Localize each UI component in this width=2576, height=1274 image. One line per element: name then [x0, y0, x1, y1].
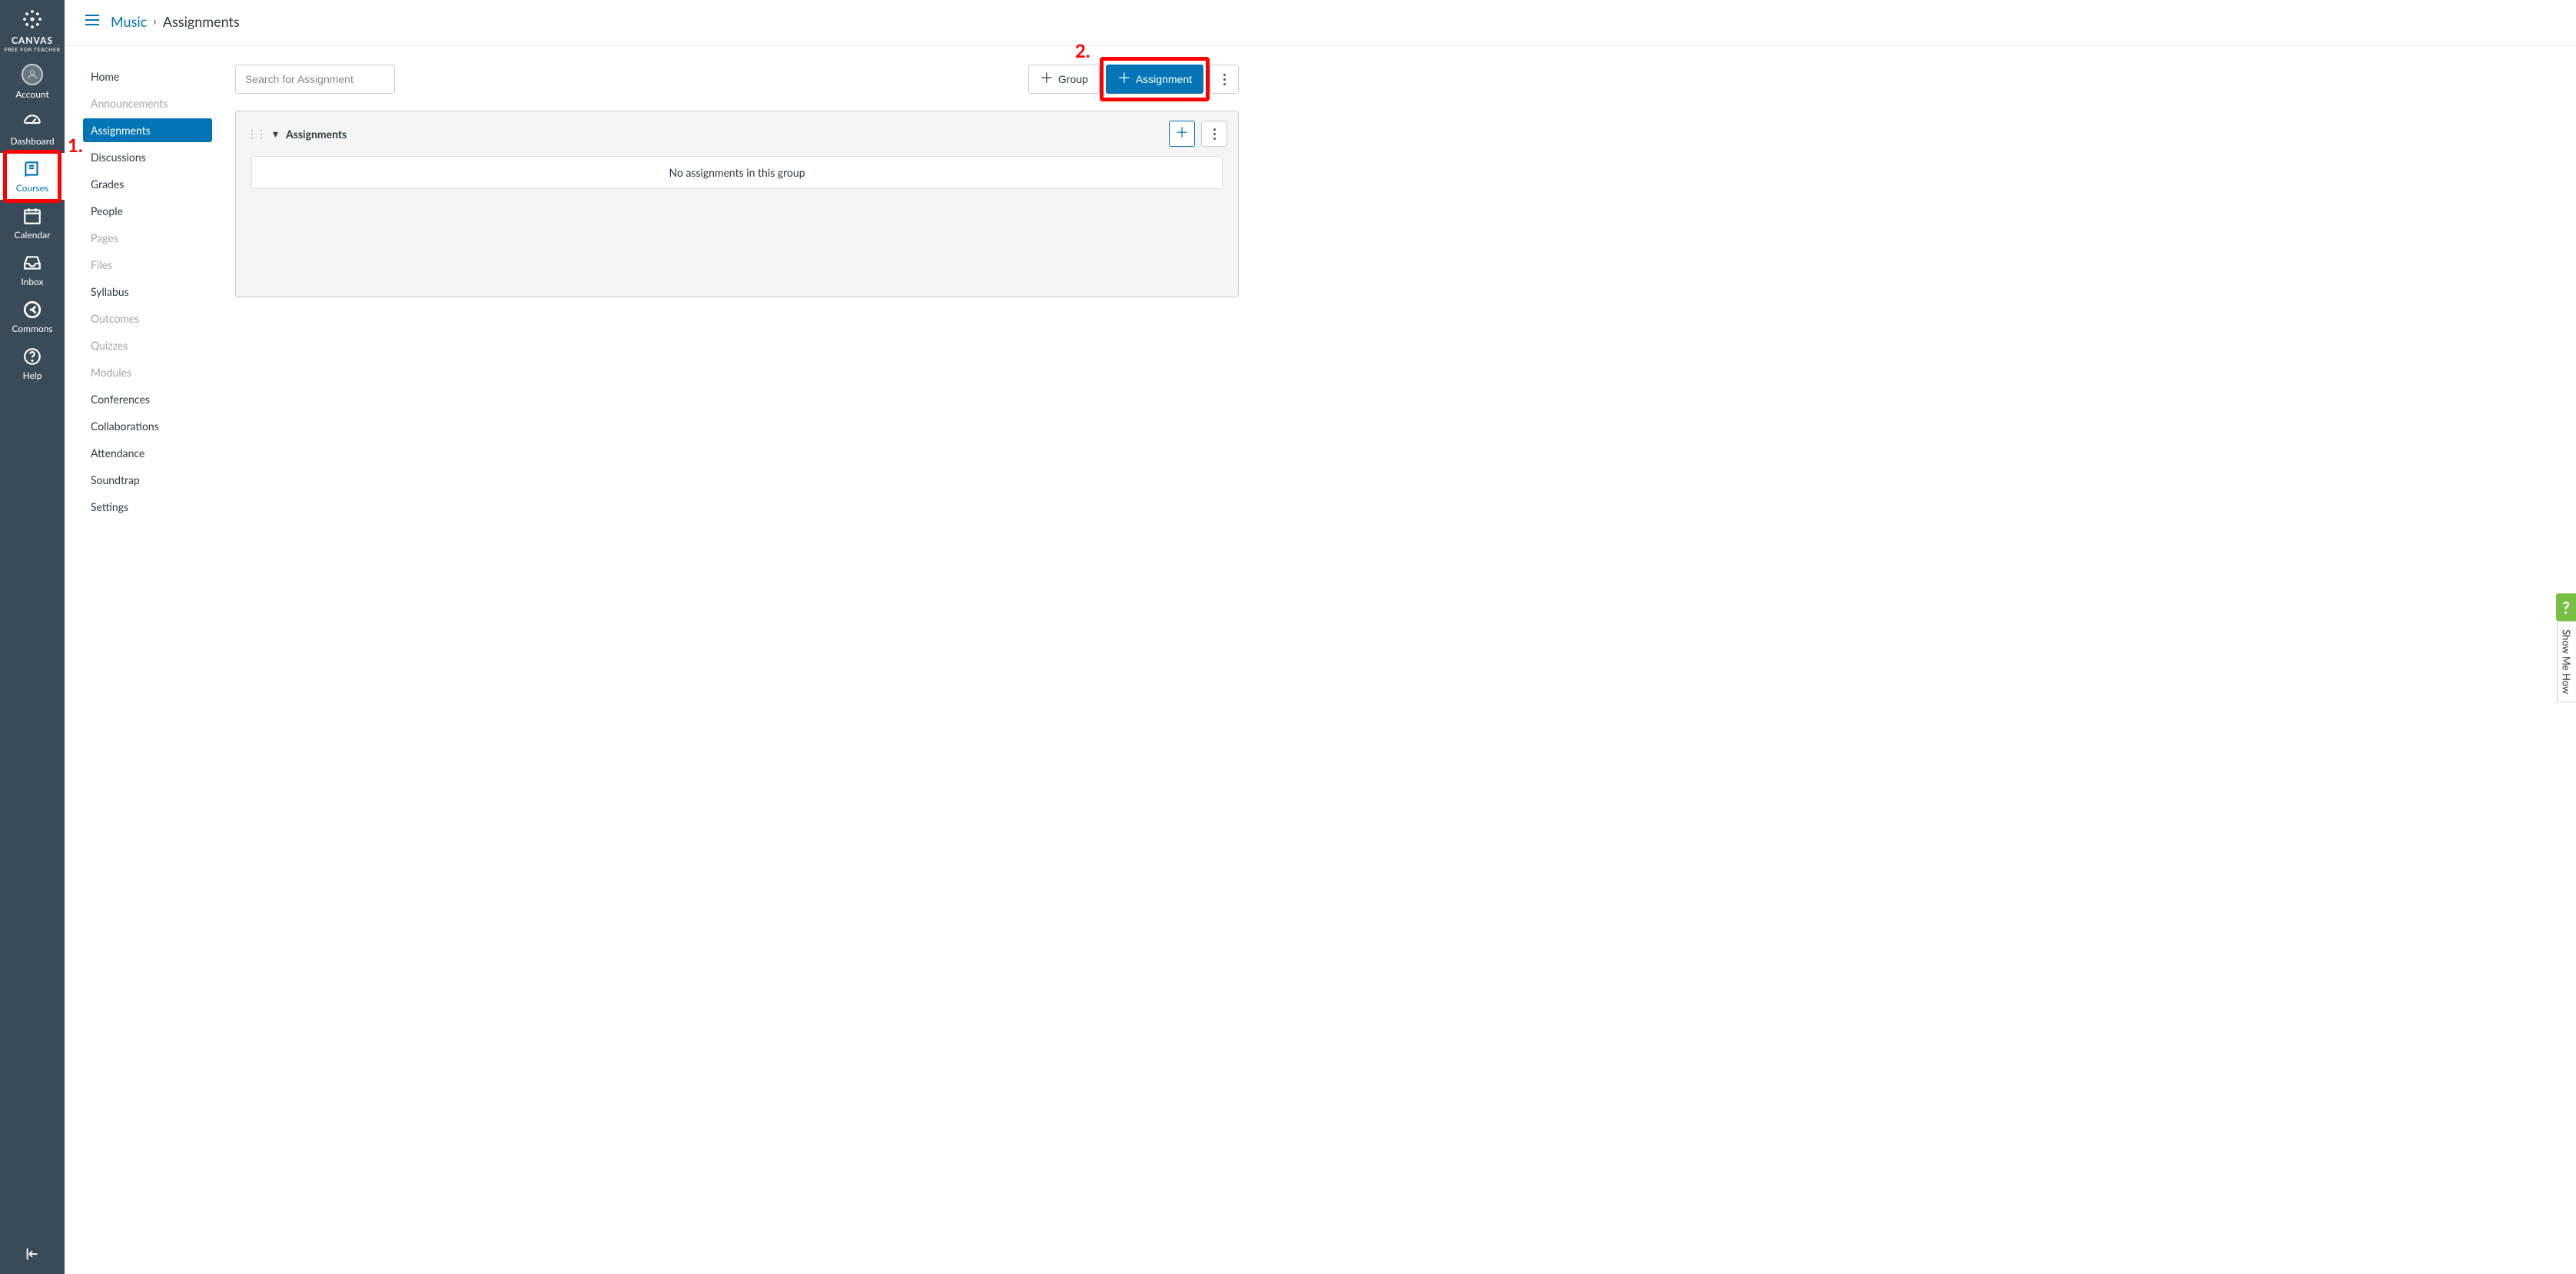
kebab-icon — [1223, 74, 1226, 85]
course-nav-quizzes[interactable]: Quizzes — [83, 333, 212, 357]
course-nav-toggle[interactable] — [83, 11, 101, 32]
toolbar-more-button[interactable] — [1210, 65, 1239, 94]
nav-help-label: Help — [0, 370, 65, 381]
nav-commons[interactable]: Commons — [0, 294, 65, 340]
nav-account-label: Account — [0, 88, 65, 100]
calendar-icon — [0, 206, 65, 226]
add-group-button[interactable]: ＋ Group — [1028, 65, 1100, 94]
nav-help[interactable]: Help — [0, 340, 65, 387]
course-nav-settings[interactable]: Settings — [83, 495, 212, 519]
show-me-how-label: Show Me How — [2557, 621, 2576, 702]
nav-calendar-label: Calendar — [0, 229, 65, 241]
nav-inbox[interactable]: Inbox — [0, 247, 65, 294]
global-nav: CANVAS FREE FOR TEACHER Account Dashboar… — [0, 0, 65, 1274]
content-row: Home Announcements Assignments Discussio… — [65, 46, 2576, 1274]
breadcrumb-course-link[interactable]: Music — [111, 13, 147, 30]
nav-dashboard-label: Dashboard — [0, 135, 65, 147]
course-nav-files[interactable]: Files — [83, 253, 212, 277]
canvas-logo-icon — [0, 8, 65, 33]
course-nav-outcomes[interactable]: Outcomes — [83, 307, 212, 330]
course-nav: Home Announcements Assignments Discussio… — [65, 46, 212, 1274]
search-input[interactable] — [235, 65, 395, 94]
topbar: Music › Assignments — [65, 0, 2576, 46]
assignment-empty-text: No assignments in this group — [252, 157, 1222, 188]
course-nav-assignments[interactable]: Assignments — [83, 118, 212, 142]
main-area: Music › Assignments Home Announcements A… — [65, 0, 2576, 1274]
course-nav-grades[interactable]: Grades — [83, 172, 212, 196]
nav-dashboard[interactable]: Dashboard — [0, 106, 65, 153]
nav-account[interactable]: Account — [0, 58, 65, 106]
add-assignment-label: Assignment — [1136, 73, 1192, 85]
nav-inbox-label: Inbox — [0, 276, 65, 287]
canvas-logo-subtext: FREE FOR TEACHER — [0, 47, 65, 53]
breadcrumb-current: Assignments — [163, 13, 240, 30]
course-nav-home[interactable]: Home — [83, 65, 212, 88]
breadcrumb: Music › Assignments — [111, 13, 240, 30]
nav-courses-label: Courses — [0, 182, 65, 194]
avatar-icon — [0, 64, 65, 85]
canvas-logo[interactable]: CANVAS FREE FOR TEACHER — [0, 0, 65, 58]
nav-courses[interactable]: Courses — [0, 153, 65, 200]
search-field — [235, 65, 395, 94]
inbox-icon — [0, 253, 65, 273]
nav-commons-label: Commons — [0, 323, 65, 334]
add-assignment-button[interactable]: ＋ Assignment — [1106, 65, 1203, 94]
collapse-caret-icon[interactable]: ▾ — [273, 127, 278, 141]
kebab-icon — [1213, 128, 1216, 140]
dashboard-icon — [0, 112, 65, 132]
group-add-button[interactable]: ＋ — [1169, 121, 1195, 147]
group-header: ⋮⋮ ▾ Assignments ＋ — [236, 111, 1238, 156]
commons-icon — [0, 300, 65, 320]
course-nav-conferences[interactable]: Conferences — [83, 387, 212, 411]
course-nav-syllabus[interactable]: Syllabus — [83, 280, 212, 304]
group-actions: ＋ — [1169, 121, 1227, 147]
course-nav-soundtrap[interactable]: Soundtrap — [83, 468, 212, 492]
course-nav-collaborations[interactable]: Collaborations — [83, 414, 212, 438]
plus-icon: ＋ — [1040, 71, 1054, 85]
group-more-button[interactable] — [1201, 121, 1227, 147]
course-nav-discussions[interactable]: Discussions — [83, 145, 212, 169]
course-nav-modules[interactable]: Modules — [83, 360, 212, 384]
help-icon — [0, 347, 65, 367]
page-content: ＋ Group ＋ Assignment ⋮⋮ ▾ Assignments — [212, 46, 1257, 1274]
breadcrumb-separator: › — [153, 14, 157, 28]
course-nav-pages[interactable]: Pages — [83, 226, 212, 250]
courses-icon — [0, 159, 65, 179]
canvas-logo-text: CANVAS — [0, 35, 65, 46]
course-nav-announcements[interactable]: Announcements — [83, 91, 212, 115]
drag-handle-icon[interactable]: ⋮⋮ — [247, 127, 265, 141]
help-question-icon: ? — [2556, 593, 2576, 621]
collapse-nav-button[interactable] — [0, 1236, 65, 1274]
plus-icon: ＋ — [1117, 71, 1131, 85]
group-title: Assignments — [286, 128, 1161, 141]
nav-calendar[interactable]: Calendar — [0, 200, 65, 247]
course-nav-attendance[interactable]: Attendance — [83, 441, 212, 465]
plus-icon: ＋ — [1175, 126, 1189, 140]
show-me-how-panel[interactable]: ? Show Me How — [2556, 593, 2576, 702]
toolbar: ＋ Group ＋ Assignment — [235, 65, 1239, 94]
assignment-group: ⋮⋮ ▾ Assignments ＋ No assignments in thi… — [235, 111, 1239, 297]
assignment-list: No assignments in this group — [251, 156, 1223, 189]
add-group-label: Group — [1058, 73, 1088, 85]
course-nav-people[interactable]: People — [83, 199, 212, 223]
